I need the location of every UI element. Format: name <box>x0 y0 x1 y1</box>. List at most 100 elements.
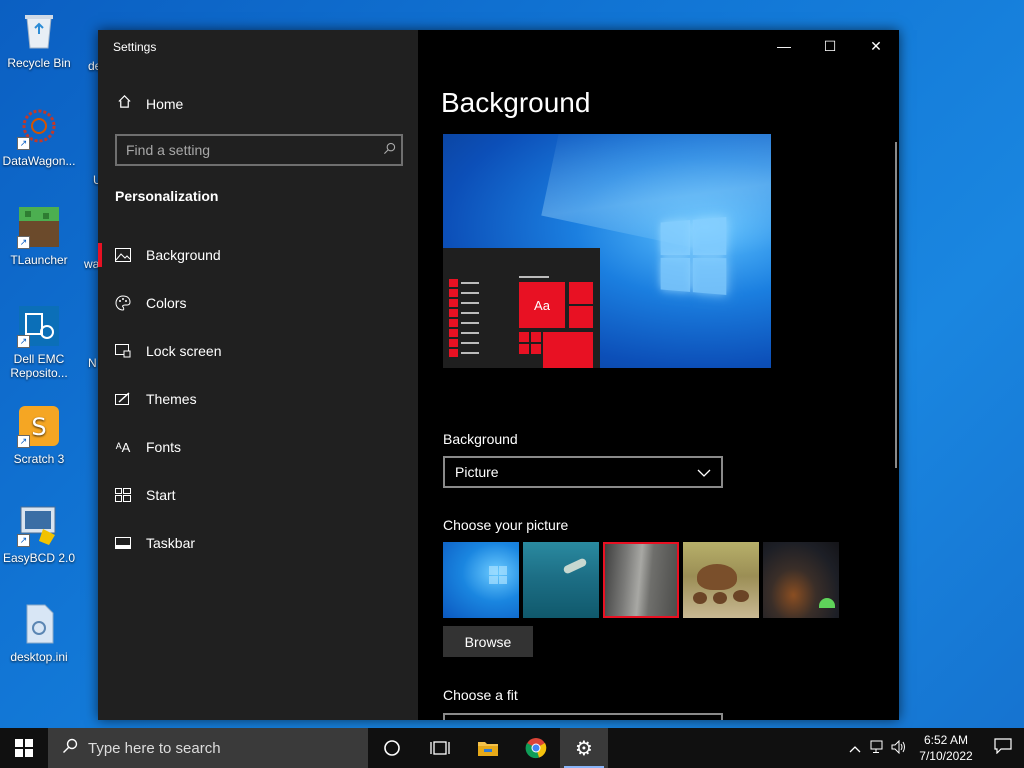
task-view-button[interactable] <box>416 728 464 768</box>
choose-fit-label: Choose a fit <box>443 687 518 703</box>
palette-icon <box>115 295 131 311</box>
notification-icon[interactable] <box>982 738 1024 758</box>
nav-item-label: Fonts <box>146 439 182 455</box>
window-title: Settings <box>113 40 157 54</box>
nav-item-start[interactable]: Start <box>98 471 418 519</box>
nav-item-themes[interactable]: Themes <box>98 375 418 423</box>
shortcut-arrow-icon: ↗ <box>17 534 30 547</box>
nav-item-taskbar[interactable]: Taskbar <box>98 519 418 567</box>
start-icon <box>115 488 131 502</box>
background-dropdown[interactable]: Picture <box>443 456 723 488</box>
scrollbar[interactable] <box>895 142 897 468</box>
nav-item-label: Taskbar <box>146 535 196 551</box>
preview-tile-text: Aa <box>519 282 565 328</box>
background-dropdown-value: Picture <box>455 464 499 480</box>
shortcut-arrow-icon: ↗ <box>17 137 30 150</box>
desktop-icon-datawagon[interactable]: ↗ DataWagon... <box>0 106 78 168</box>
file-explorer-button[interactable] <box>464 728 512 768</box>
nav-item-lock-screen[interactable]: Lock screen <box>98 327 418 375</box>
tlauncher-icon: ↗ <box>17 205 61 249</box>
desktop-icon-easybcd[interactable]: ↗ EasyBCD 2.0 <box>0 503 78 565</box>
taskbar: Type here to search ⚙ 6:52 AM 7/10/2022 <box>0 728 1024 768</box>
browse-button[interactable]: Browse <box>443 626 533 657</box>
clock-time: 6:52 AM <box>923 733 969 747</box>
desktop-icon-tlauncher[interactable]: ↗ TLauncher <box>0 205 78 267</box>
sidebar: Settings Home Personalization Background <box>98 30 418 720</box>
file-explorer-icon <box>478 742 498 756</box>
taskbar-search-placeholder: Type here to search <box>88 739 221 757</box>
scratch-icon: S ↗ <box>17 404 61 448</box>
choose-picture-label: Choose your picture <box>443 517 569 533</box>
background-label: Background <box>443 431 518 447</box>
desktop-icon-scratch[interactable]: S ↗ Scratch 3 <box>0 404 78 466</box>
shortcut-arrow-icon: ↗ <box>17 335 30 348</box>
nav-list: Background Colors Lock screen Themes ᴬA … <box>98 231 418 567</box>
desktop-partial-label: N <box>88 356 97 370</box>
section-title: Personalization <box>115 188 219 204</box>
recycle-bin-icon <box>17 8 61 52</box>
fit-dropdown[interactable] <box>443 713 723 720</box>
nav-item-label: Colors <box>146 295 187 311</box>
start-button[interactable] <box>0 728 48 768</box>
picture-icon <box>115 248 131 262</box>
settings-taskbar-button[interactable]: ⚙ <box>560 728 608 768</box>
system-tray: 6:52 AM 7/10/2022 <box>844 728 1024 768</box>
picture-thumb-windows-light[interactable] <box>443 542 519 618</box>
themes-icon <box>115 392 131 406</box>
nav-item-label: Lock screen <box>146 343 222 359</box>
nav-item-background[interactable]: Background <box>98 231 418 279</box>
nav-item-fonts[interactable]: ᴬA Fonts <box>98 423 418 471</box>
windows-logo-icon <box>660 217 727 295</box>
windows-start-icon <box>15 739 33 757</box>
task-view-icon <box>430 741 450 755</box>
taskbar-icon <box>115 537 131 549</box>
dell-emc-icon: ↗ <box>17 304 61 348</box>
cortana-icon <box>384 740 400 756</box>
clock[interactable]: 6:52 AM 7/10/2022 <box>910 732 982 764</box>
chrome-icon <box>525 738 547 759</box>
chevron-down-icon <box>697 464 711 480</box>
settings-search[interactable] <box>115 134 403 166</box>
picture-thumbnails <box>443 542 839 618</box>
chevron-up-icon[interactable] <box>844 741 866 756</box>
chrome-button[interactable] <box>512 728 560 768</box>
settings-icon: ⚙ <box>575 737 593 760</box>
shortcut-arrow-icon: ↗ <box>17 435 30 448</box>
easybcd-icon: ↗ <box>17 503 61 547</box>
home-icon <box>116 94 132 113</box>
picture-thumb-night-sky[interactable] <box>763 542 839 618</box>
taskbar-search[interactable]: Type here to search <box>48 728 368 768</box>
search-icon[interactable] <box>377 142 401 158</box>
search-icon <box>62 738 78 759</box>
settings-search-input[interactable] <box>117 142 377 158</box>
background-preview: Aa <box>443 134 771 368</box>
nav-home-label: Home <box>146 95 184 112</box>
shortcut-arrow-icon: ↗ <box>17 236 30 249</box>
nav-item-label: Themes <box>146 391 197 407</box>
cortana-button[interactable] <box>368 728 416 768</box>
volume-icon[interactable] <box>888 739 910 757</box>
desktop-icon-dell-emc[interactable]: ↗ Dell EMC Reposito... <box>0 304 78 380</box>
nav-item-colors[interactable]: Colors <box>98 279 418 327</box>
datawagon-icon: ↗ <box>17 106 61 150</box>
svg-text:S: S <box>31 413 46 441</box>
preview-tiles: Aa <box>519 276 593 368</box>
lock-screen-icon <box>115 344 131 358</box>
nav-home[interactable]: Home <box>116 94 183 113</box>
picture-thumb-rock-cliff[interactable] <box>603 542 679 618</box>
nav-item-label: Background <box>146 247 221 263</box>
file-icon <box>17 602 61 646</box>
clock-date: 7/10/2022 <box>919 749 973 763</box>
settings-window: Settings Home Personalization Background <box>98 30 899 720</box>
network-icon[interactable] <box>866 740 888 757</box>
nav-item-label: Start <box>146 487 176 503</box>
desktop-icon-desktop-ini[interactable]: desktop.ini <box>0 602 78 664</box>
page-title: Background <box>441 87 591 118</box>
picture-thumb-capybaras[interactable] <box>683 542 759 618</box>
main-content: Background Aa Background Picture Choose … <box>418 30 899 720</box>
preview-start-menu: Aa <box>443 248 600 368</box>
fonts-icon: ᴬA <box>115 439 131 455</box>
desktop-icon-recycle-bin[interactable]: Recycle Bin <box>0 8 78 70</box>
picture-thumb-underwater[interactable] <box>523 542 599 618</box>
preview-app-list <box>449 278 479 358</box>
